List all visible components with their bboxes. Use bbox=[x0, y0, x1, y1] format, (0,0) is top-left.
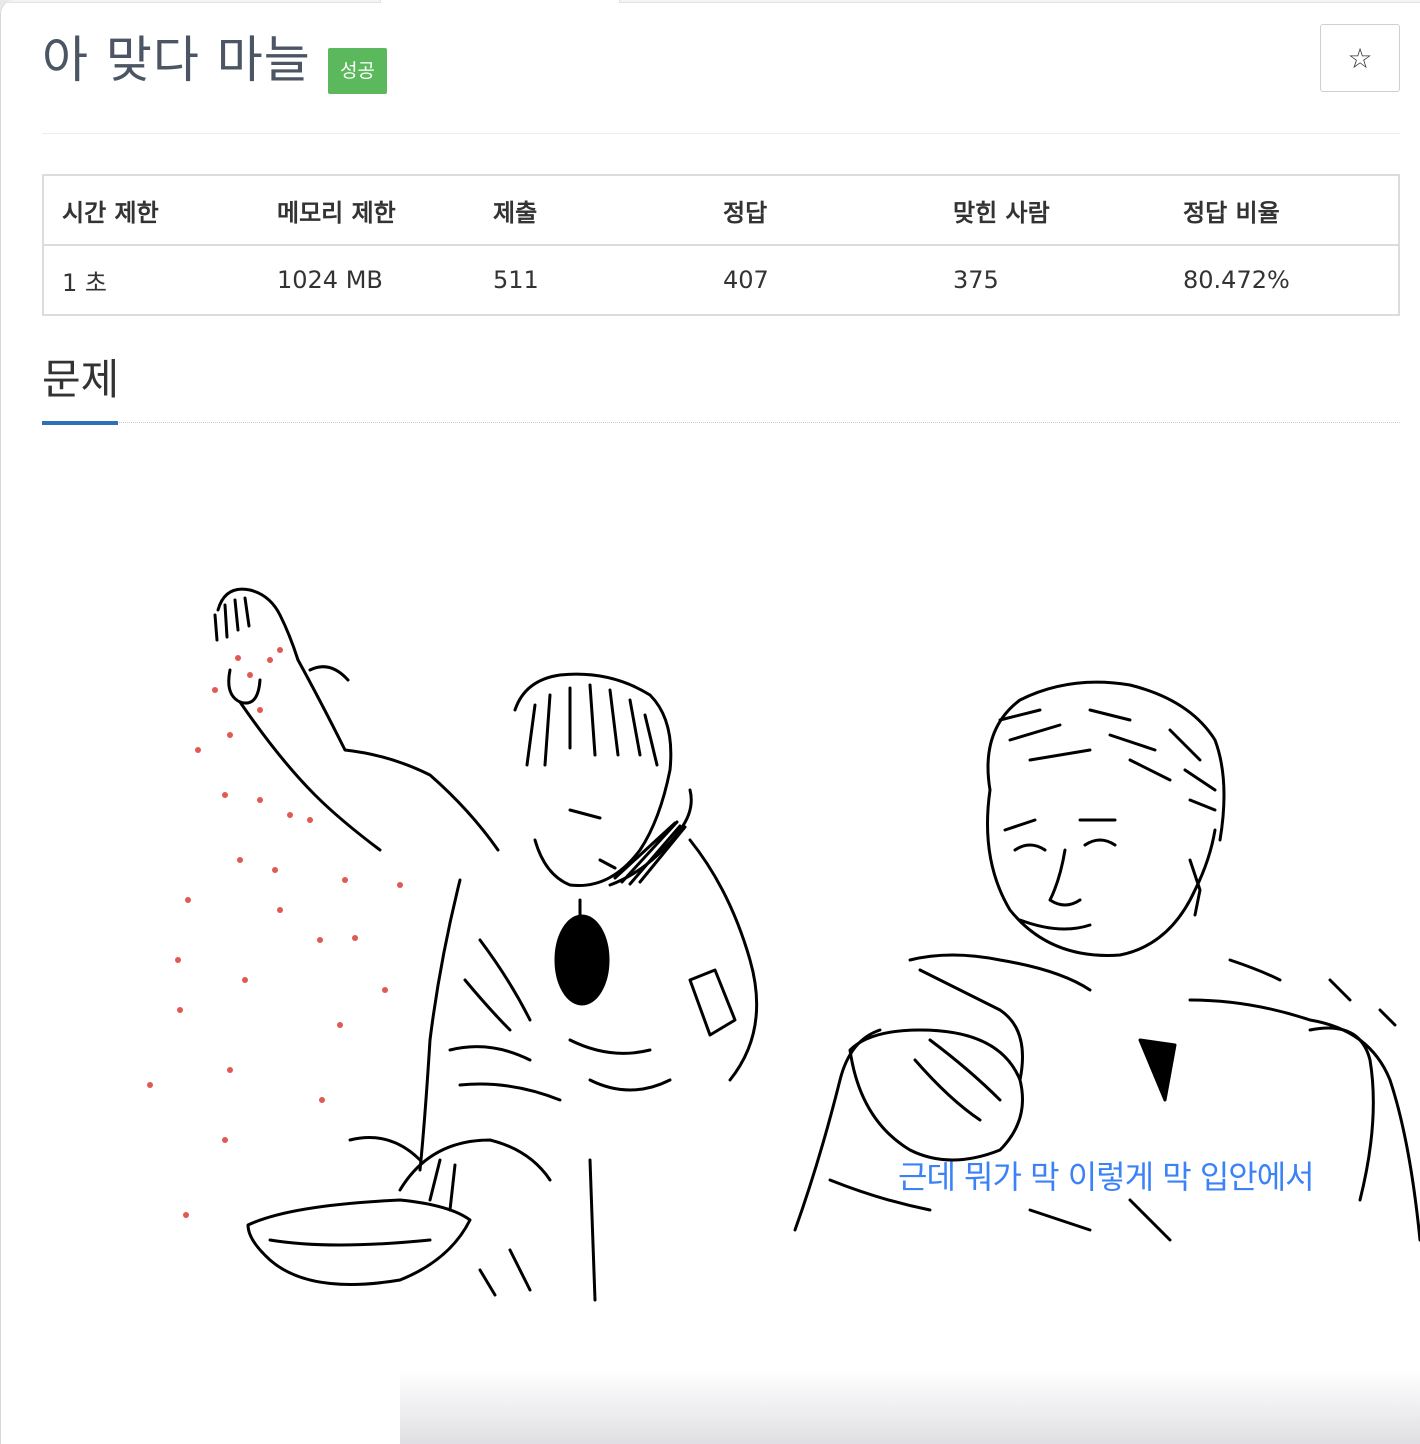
header-memory-limit: 메모리 제한 bbox=[259, 175, 475, 246]
favorite-button[interactable]: ☆ bbox=[1320, 24, 1400, 92]
problem-header: 아 맞다 마늘 성공 ☆ bbox=[42, 24, 1400, 134]
left-figure-drawing bbox=[213, 587, 759, 1302]
accepted-value: 407 bbox=[723, 266, 769, 294]
bottom-shadow bbox=[400, 1370, 1420, 1444]
header-accept-ratio: 정답 비율 bbox=[1165, 175, 1399, 246]
problem-title: 아 맞다 마늘 bbox=[42, 31, 311, 89]
garlic-specks bbox=[147, 647, 403, 1218]
memory-limit-value: 1024 MB bbox=[277, 266, 383, 294]
status-badge: 성공 bbox=[328, 48, 387, 94]
solved-users-value: 375 bbox=[953, 266, 999, 294]
header-accepted: 정답 bbox=[705, 175, 935, 246]
tab-strip bbox=[0, 0, 1420, 3]
star-icon: ☆ bbox=[1347, 41, 1373, 75]
header-submissions: 제출 bbox=[475, 175, 705, 246]
time-limit-value: 1 초 bbox=[62, 268, 107, 297]
accept-ratio-value: 80.472% bbox=[1183, 266, 1290, 294]
problem-info-table: 시간 제한 메모리 제한 제출 정답 맞힌 사람 정답 비율 1 초 1024 … bbox=[42, 174, 1400, 316]
table-header-row: 시간 제한 메모리 제한 제출 정답 맞힌 사람 정답 비율 bbox=[43, 175, 1399, 246]
submissions-value: 511 bbox=[493, 266, 539, 294]
table-row: 1 초 1024 MB 511 407 375 80.472% bbox=[43, 245, 1399, 315]
problem-page: 아 맞다 마늘 성공 ☆ 시간 제한 메모리 제한 제출 정답 맞힌 사람 정답… bbox=[0, 0, 1420, 1444]
section-divider bbox=[42, 422, 1400, 423]
section-title: 문제 bbox=[42, 355, 120, 404]
illustration-caption: 근데 뭐가 막 이렇게 막 입안에서 bbox=[898, 1158, 1315, 1196]
section-title-underline bbox=[42, 421, 118, 425]
active-tab[interactable] bbox=[380, 0, 620, 3]
header-time-limit: 시간 제한 bbox=[43, 175, 259, 246]
header-solved-users: 맞힌 사람 bbox=[935, 175, 1165, 246]
problem-illustration bbox=[147, 587, 1420, 1302]
